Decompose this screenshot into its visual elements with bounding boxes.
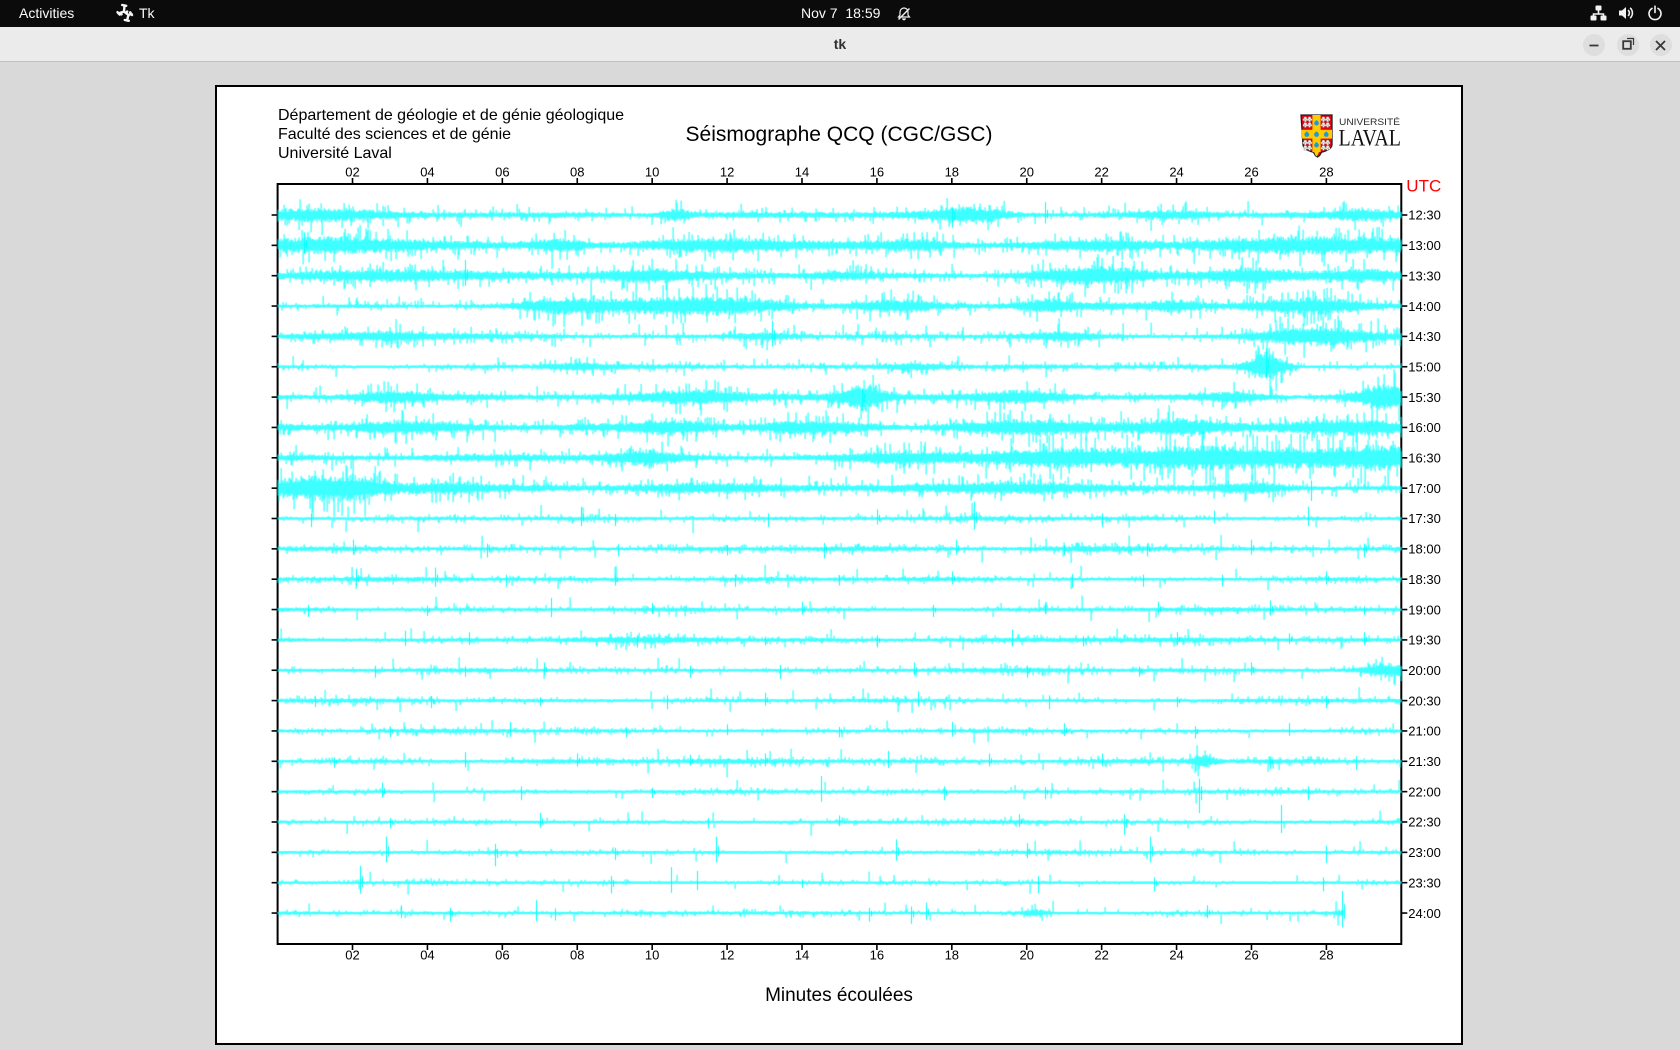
svg-text:LAVAL: LAVAL bbox=[1339, 126, 1402, 151]
